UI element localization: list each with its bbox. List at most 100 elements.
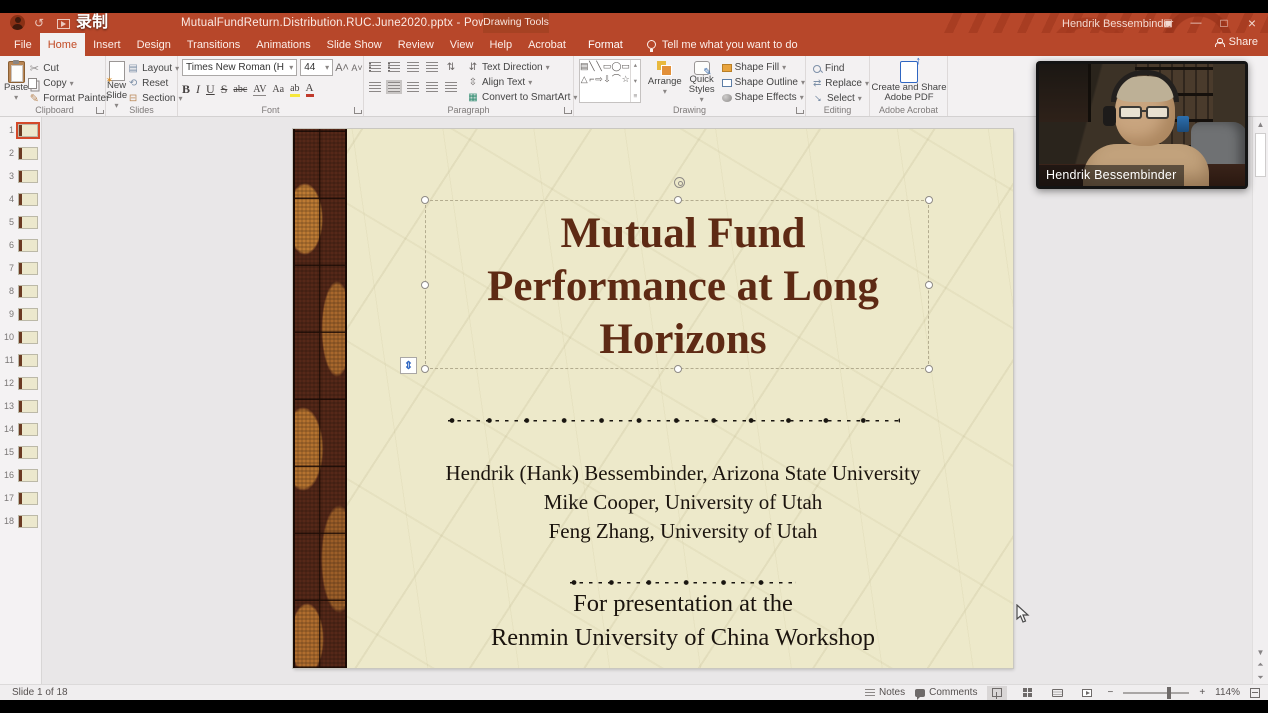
- paragraph-dialog-launcher-icon[interactable]: [564, 107, 571, 114]
- bold-button[interactable]: B: [182, 82, 190, 97]
- select-button[interactable]: Select▾: [812, 91, 869, 106]
- thumbnail-box[interactable]: [18, 469, 38, 482]
- thumbnail-row[interactable]: 17: [2, 491, 39, 505]
- thumbnail-box[interactable]: [18, 147, 38, 160]
- scroll-up-icon[interactable]: ▲: [1253, 117, 1268, 131]
- tab-acrobat[interactable]: Acrobat: [520, 33, 574, 56]
- align-text-button[interactable]: ⇳Align Text▾: [467, 75, 577, 90]
- webcam-overlay[interactable]: Hendrik Bessembinder: [1036, 61, 1248, 189]
- tab-insert[interactable]: Insert: [85, 33, 129, 56]
- thumbnail-row[interactable]: 16: [2, 468, 39, 482]
- shape-glyph[interactable]: △: [581, 75, 588, 84]
- account-avatar-icon[interactable]: [10, 15, 25, 30]
- resize-handle-nw[interactable]: [421, 196, 429, 204]
- resize-handle-e[interactable]: [925, 281, 933, 289]
- reading-view-button[interactable]: [1047, 686, 1067, 700]
- thumbnail-row[interactable]: 3: [2, 169, 39, 183]
- columns-icon[interactable]: [445, 82, 457, 92]
- shapes-gallery-scrollbar[interactable]: ▴▾≡: [630, 60, 640, 102]
- text-direction-button[interactable]: ⇵Text Direction▾: [467, 60, 577, 75]
- slideshow-view-button[interactable]: [1077, 686, 1097, 700]
- thumbnail-box[interactable]: [18, 515, 38, 528]
- zoom-slider-thumb[interactable]: [1167, 687, 1171, 699]
- resize-handle-se[interactable]: [925, 365, 933, 373]
- thumbnail-box[interactable]: [18, 124, 38, 137]
- ribbon-display-options-icon[interactable]: [1154, 13, 1182, 33]
- copy-button[interactable]: Copy▾: [28, 76, 109, 91]
- change-case-button[interactable]: Aa: [272, 84, 284, 95]
- zoom-out-button[interactable]: −: [1107, 687, 1113, 698]
- shape-glyph[interactable]: ◯: [611, 62, 621, 71]
- clipboard-dialog-launcher-icon[interactable]: [96, 107, 103, 114]
- resize-handle-w[interactable]: [421, 281, 429, 289]
- create-pdf-button[interactable]: Create and Share Adobe PDF: [870, 59, 948, 103]
- shape-glyph[interactable]: ▤: [580, 62, 589, 71]
- thumbnail-row[interactable]: 1: [2, 123, 39, 137]
- zoom-slider[interactable]: [1123, 692, 1189, 694]
- convert-smartart-button[interactable]: ▦Convert to SmartArt▾: [467, 90, 577, 105]
- thumbnail-box[interactable]: [18, 308, 38, 321]
- slide-1[interactable]: Mutual Fund Performance at Long Horizons: [293, 129, 1013, 668]
- resize-handle-ne[interactable]: [925, 196, 933, 204]
- paste-button[interactable]: Paste ▾: [4, 59, 28, 106]
- title-selection-box[interactable]: [425, 200, 929, 369]
- shape-glyph[interactable]: ╲: [589, 62, 594, 71]
- find-button[interactable]: Find: [812, 61, 869, 76]
- thumbnail-row[interactable]: 6: [2, 238, 39, 252]
- shape-glyph[interactable]: ⇨: [595, 75, 603, 84]
- shrink-font-icon[interactable]: A˅: [351, 62, 363, 74]
- tab-help[interactable]: Help: [481, 33, 520, 56]
- drawing-dialog-launcher-icon[interactable]: [796, 107, 803, 114]
- format-painter-button[interactable]: Format Painter: [28, 91, 109, 106]
- thumbnail-box[interactable]: [18, 216, 38, 229]
- thumbnail-row[interactable]: 10: [2, 330, 39, 344]
- font-size-combo[interactable]: 44▾: [300, 59, 333, 76]
- thumbnail-box[interactable]: [18, 354, 38, 367]
- author-list[interactable]: Hendrik (Hank) Bessembinder, Arizona Sta…: [363, 459, 1003, 546]
- align-right-icon[interactable]: [407, 82, 419, 92]
- font-dialog-launcher-icon[interactable]: [354, 107, 361, 114]
- thumbnail-box[interactable]: [18, 193, 38, 206]
- align-left-icon[interactable]: [369, 82, 381, 92]
- shape-glyph[interactable]: ▭: [603, 62, 612, 71]
- slide-sorter-view-button[interactable]: [1017, 686, 1037, 700]
- thumbnail-row[interactable]: 4: [2, 192, 39, 206]
- fit-to-window-icon[interactable]: [1250, 688, 1260, 698]
- thumbnail-row[interactable]: 14: [2, 422, 39, 436]
- vertical-scrollbar[interactable]: ▲ ▼ ⏶ ⏷: [1252, 117, 1268, 684]
- normal-view-button[interactable]: [987, 686, 1007, 700]
- italic-button[interactable]: I: [196, 82, 200, 97]
- font-family-combo[interactable]: Times New Roman (H▾: [182, 59, 297, 76]
- tab-review[interactable]: Review: [390, 33, 442, 56]
- shape-glyph[interactable]: ⇩: [603, 75, 611, 84]
- thumbnail-row[interactable]: 11: [2, 353, 39, 367]
- share-button[interactable]: Share: [1215, 36, 1258, 48]
- minimize-button[interactable]: [1182, 13, 1210, 33]
- previous-slide-button[interactable]: ⏶: [1253, 659, 1268, 671]
- tab-slide-show[interactable]: Slide Show: [319, 33, 390, 56]
- undo-icon[interactable]: [34, 16, 48, 30]
- grow-font-icon[interactable]: A˄: [336, 62, 348, 74]
- comments-button[interactable]: Comments: [915, 687, 977, 698]
- shape-fill-button[interactable]: Shape Fill▾: [722, 60, 805, 75]
- thumbnail-box[interactable]: [18, 285, 38, 298]
- shape-glyph[interactable]: ☆: [622, 75, 630, 84]
- tab-file[interactable]: File: [6, 33, 40, 56]
- tab-animations[interactable]: Animations: [248, 33, 318, 56]
- thumbnail-row[interactable]: 5: [2, 215, 39, 229]
- underline-button[interactable]: U: [206, 82, 215, 97]
- thumbnail-row[interactable]: 12: [2, 376, 39, 390]
- numbering-icon[interactable]: [388, 62, 400, 72]
- tab-home[interactable]: Home: [40, 33, 85, 56]
- font-color-button[interactable]: A: [306, 82, 314, 97]
- section-button[interactable]: Section▾: [127, 91, 182, 106]
- thumbnail-box[interactable]: [18, 377, 38, 390]
- arrange-button[interactable]: Arrange ▾: [648, 59, 682, 97]
- new-slide-button[interactable]: New Slide ▾: [106, 59, 127, 111]
- tab-transitions[interactable]: Transitions: [179, 33, 248, 56]
- shape-glyph[interactable]: ⌒: [612, 75, 621, 84]
- bullets-icon[interactable]: [369, 62, 381, 72]
- thumbnail-box[interactable]: [18, 423, 38, 436]
- thumbnail-box[interactable]: [18, 170, 38, 183]
- close-button[interactable]: [1238, 13, 1266, 33]
